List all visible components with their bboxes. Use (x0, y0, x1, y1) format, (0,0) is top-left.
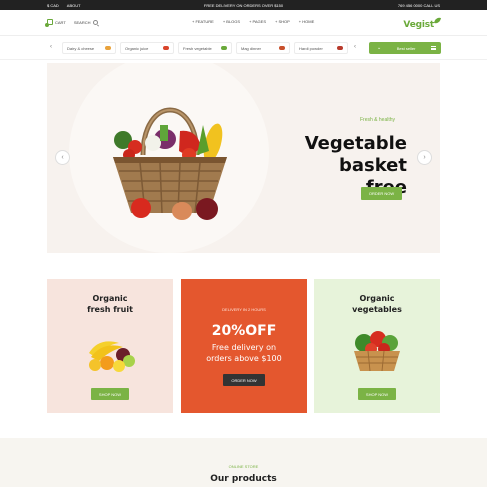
site-header: CART SEARCH + FEATURE + BLOGS + PAGES + … (0, 10, 487, 36)
cart-label: CART (55, 19, 66, 25)
products-subtitle: ONLINE STORE (228, 464, 259, 469)
hero-banner: ‹ › Fresh & healthy Vegetable basket fre… (47, 63, 440, 253)
card-title-line1: Organic (92, 294, 128, 303)
chevron-left-icon[interactable]: ‹ (50, 44, 52, 50)
nav-blogs[interactable]: + BLOGS (223, 19, 240, 24)
delivery-order-button[interactable]: ORDER NOW (223, 374, 265, 386)
cart-icon (45, 19, 53, 27)
category-list: Dairy & cheese Organic juice Fresh veget… (62, 42, 348, 54)
card-title-line2: vegetables (352, 305, 402, 314)
category-item[interactable]: Organic juice (120, 42, 174, 54)
products-section: ONLINE STORE Our products (0, 438, 487, 487)
promo-card-delivery: DELIVERY IN 2 HOURS 20%OFF Free delivery… (181, 279, 307, 413)
veg-shop-button[interactable]: SHOP NOW (358, 388, 396, 400)
nav-pages[interactable]: + PAGES (249, 19, 266, 24)
promo-card-fruit: Organic fresh fruit SHOP NOW (47, 279, 173, 413)
category-label: Dairy & cheese (67, 45, 95, 51)
phone-text: 769 456 0000 CALL US (397, 3, 440, 8)
vegetable-icon (221, 46, 227, 50)
delivery-line1: Free delivery on (211, 343, 277, 352)
nav-shop[interactable]: + SHOP (275, 19, 290, 24)
delivery-line2: orders above $100 (206, 354, 282, 363)
menu-icon (430, 46, 436, 50)
top-bar: $ CAD ABOUT FREE DELIVERY ON ORDERS OVER… (0, 0, 487, 10)
category-item[interactable]: Mag dinner (236, 42, 290, 54)
main-nav: + FEATURE + BLOGS + PAGES + SHOP + HOME (192, 19, 314, 24)
leaf-icon (433, 16, 442, 25)
hero-order-button[interactable]: ORDER NOW (361, 187, 402, 200)
powder-icon (337, 46, 343, 50)
vegetables-image (354, 331, 400, 372)
card-title-line2: fresh fruit (87, 305, 133, 314)
hero-next-button[interactable]: › (417, 150, 432, 165)
products-title: Our products (210, 474, 277, 484)
best-seller-button[interactable]: ⌄ Best seller (369, 42, 441, 54)
hero-subtitle: Fresh & healthy (360, 117, 396, 123)
card-title-line1: Organic (359, 294, 395, 303)
fruit-image (89, 341, 135, 372)
best-seller-label: Best seller (396, 45, 416, 51)
cart-button[interactable]: CART (45, 19, 66, 27)
promo-card-vegetables: Organic vegetables SHOP NOW (314, 279, 440, 413)
fruit-shop-button[interactable]: SHOP NOW (91, 388, 129, 400)
cheese-icon (105, 46, 111, 50)
nav-feature[interactable]: + FEATURE (192, 19, 214, 24)
logo-text: Vegist (403, 20, 434, 30)
chevron-right-icon[interactable]: ‹ (354, 44, 356, 50)
card-title: Organic vegetables (314, 293, 440, 315)
logo[interactable]: Vegist (403, 16, 442, 30)
chevron-left-icon: ‹ (61, 154, 64, 161)
category-bar: ‹ Dairy & cheese Organic juice Fresh veg… (0, 36, 487, 60)
hero-title-line1: Vegetable (304, 133, 407, 154)
discount-text: 20%OFF (211, 323, 277, 339)
card-title: Organic fresh fruit (47, 293, 173, 315)
category-label: Mag dinner (241, 45, 262, 51)
search-button[interactable]: SEARCH (73, 19, 98, 25)
nav-home[interactable]: + HOME (299, 19, 314, 24)
chevron-right-icon: › (423, 154, 426, 161)
delivery-subtitle: DELIVERY IN 2 HOURS (222, 307, 266, 312)
search-label: SEARCH (73, 19, 91, 25)
category-item[interactable]: Hardi powder (294, 42, 348, 54)
hero-prev-button[interactable]: ‹ (55, 150, 70, 165)
vegetable-basket-image (113, 107, 227, 220)
juice-icon (163, 46, 169, 50)
category-label: Fresh vegetable (183, 45, 212, 51)
search-icon (92, 19, 98, 25)
category-item[interactable]: Fresh vegetable (178, 42, 232, 54)
chevron-down-icon: ⌄ (377, 45, 382, 51)
delivery-text: Free delivery on orders above $100 (181, 342, 307, 364)
category-item[interactable]: Dairy & cheese (62, 42, 116, 54)
category-label: Hardi powder (299, 45, 323, 51)
dinner-icon (279, 46, 285, 50)
category-label: Organic juice (125, 45, 149, 51)
